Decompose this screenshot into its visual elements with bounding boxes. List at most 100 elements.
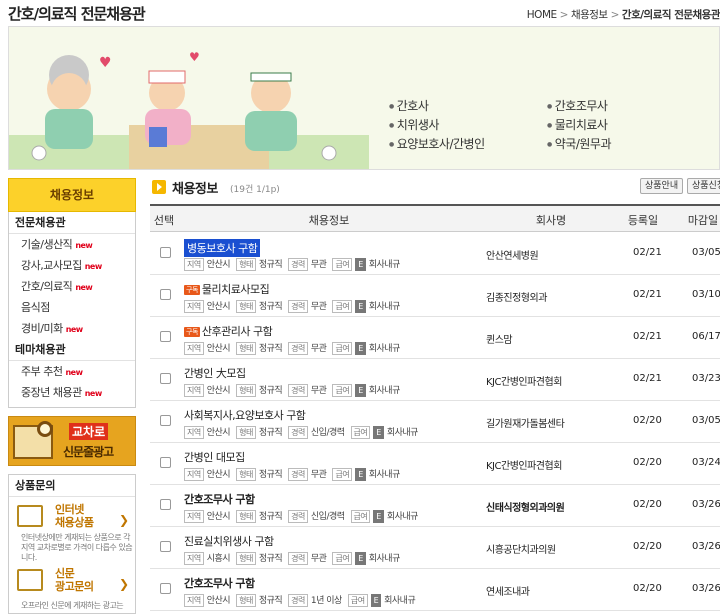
due-date: 03/05	[692, 247, 720, 258]
table-row[interactable]: 사회복지사,요양보호사 구함 지역 안산시 형태 정규직 경력 신입/경력 급여 E 회사내규 길가…	[150, 401, 720, 443]
banner-item-pharmacy[interactable]: 약국/원무과	[547, 135, 612, 152]
chip-salary-flag: E	[355, 552, 366, 565]
job-title-link[interactable]: 간호조무사 구함	[184, 491, 255, 507]
chip-type: 형태	[236, 426, 256, 439]
job-meta: 지역 안산시 형태 정규직 경력 신입/경력 급여 E 회사내규	[184, 509, 418, 523]
sidebar-item-senior[interactable]: 중장년 채용관 new	[9, 382, 135, 403]
chip-salary: 급여	[332, 342, 353, 355]
company-name[interactable]: 연세조내과	[486, 583, 530, 598]
job-title-text: 간호조무사 구함	[184, 493, 255, 506]
company-name[interactable]: 퀸스맘	[486, 331, 513, 346]
sidebar-item-security[interactable]: 경비/미화 new	[9, 318, 135, 339]
sidebar-heading[interactable]: 채용정보	[8, 178, 136, 212]
job-title-link[interactable]: 구독 산후관리사 구함	[184, 323, 273, 339]
job-title-text: 간병인 大모집	[184, 367, 246, 380]
table-row[interactable]: 병동보호사 구함 지역 안산시 형태 정규직 경력 무관 급여 E 회사내규 안산연세병원 02/21…	[150, 233, 720, 275]
salary-value: 회사내규	[368, 260, 401, 270]
new-badge: new	[65, 325, 84, 334]
sidebar-item-medical[interactable]: 간호/의료직 new	[9, 276, 135, 297]
job-title-link[interactable]: 간호조무사 구함	[184, 575, 255, 591]
product-apply-button[interactable]: 상품신청	[687, 178, 720, 194]
type-value: 정규직	[258, 344, 283, 354]
banner-item-physical-therapist[interactable]: 물리치료사	[547, 116, 608, 133]
company-name[interactable]: 김종진정형외과	[486, 289, 547, 304]
sidebar-item-homemaker[interactable]: 주부 추천 new	[9, 361, 135, 382]
salary-value: 회사내규	[368, 554, 401, 564]
job-title-link[interactable]: 간병인 大모집	[184, 365, 246, 381]
row-checkbox[interactable]	[160, 541, 171, 552]
sidebar-item-tech[interactable]: 기술/생산직 new	[9, 234, 135, 255]
job-meta: 지역 안산시 형태 정규직 경력 1년 이상 급여 E 회사내규	[184, 593, 416, 607]
company-name[interactable]: 안산연세병원	[486, 247, 539, 262]
job-title-link[interactable]: 구독 물리치료사모집	[184, 281, 270, 297]
company-name[interactable]: 길가원재가돌봄센타	[486, 415, 565, 430]
row-checkbox[interactable]	[160, 331, 171, 342]
product-desc: 인터넷상에만 게재되는 상품으로 각 지역 교차로별로 가격이 다릅수 있습니다…	[21, 533, 133, 562]
sidebar-item-label: 간호/의료직	[21, 280, 73, 293]
sidebar-menu: 전문채용관 기술/생산직 new 강사,교사모집 new 간호/의료직 new 음식점…	[8, 212, 136, 408]
row-checkbox[interactable]	[160, 583, 171, 594]
career-value: 신입/경력	[310, 512, 345, 522]
company-name[interactable]: 시흥공단치과의원	[486, 541, 556, 556]
job-title-link[interactable]: 간병인 대모집	[184, 449, 245, 465]
play-icon	[152, 180, 166, 194]
job-meta: 지역 안산시 형태 정규직 경력 무관 급여 E 회사내규	[184, 299, 400, 313]
breadcrumb-jobs[interactable]: 채용정보	[571, 9, 608, 21]
banner-item-nurse[interactable]: 간호사	[389, 97, 429, 114]
ad-text: 신문줄광고	[63, 445, 114, 459]
breadcrumb-home[interactable]: HOME	[527, 9, 557, 21]
career-value: 1년 이상	[310, 596, 342, 606]
newspaper-product-card[interactable]: 신문 광고문의 ❯ 오프라인 신문에 게재하는 광고는	[15, 567, 131, 616]
col-job-info: 채용정보	[308, 214, 350, 227]
chip-salary: 급여	[332, 300, 353, 313]
table-row[interactable]: 간호조무사 구함 지역 안산시 형태 정규직 경력 1년 이상 급여 E 회사내규 연세조내과 02/…	[150, 569, 720, 611]
company-name[interactable]: 신태식정형외과의원	[486, 499, 565, 514]
company-name[interactable]: KJC간병인파견협회	[486, 373, 562, 388]
chip-region: 지역	[184, 552, 204, 565]
region-value: 시흥시	[206, 554, 231, 564]
row-checkbox[interactable]	[160, 247, 171, 258]
chip-salary-flag: E	[355, 342, 366, 355]
category-banner: ♥♥ 간호사 간호조무사 치위생사 물리치료사 요양보호사/간병인 약국/원무과	[8, 26, 720, 170]
table-row[interactable]: 간호조무사 구함 지역 안산시 형태 정규직 경력 신입/경력 급여 E 회사내규 신태식정형외과의…	[150, 485, 720, 527]
row-checkbox[interactable]	[160, 457, 171, 468]
job-title-text: 간병인 대모집	[184, 451, 245, 464]
table-row[interactable]: 간병인 大모집 지역 안산시 형태 정규직 경력 무관 급여 E 회사내규 KJC간병인파견협회 02…	[150, 359, 720, 401]
row-checkbox[interactable]	[160, 289, 171, 300]
career-value: 신입/경력	[310, 428, 345, 438]
sidebar-item-teacher[interactable]: 강사,교사모집 new	[9, 255, 135, 276]
job-title-text: 사회복지사,요양보호사 구함	[184, 409, 306, 422]
table-row[interactable]: 구독 산후관리사 구함 지역 안산시 형태 정규직 경력 무관 급여 E 회사내규 퀸스맘 02/21 0…	[150, 317, 720, 359]
internet-product-card[interactable]: 인터넷 채용상품 ❯ 인터넷상에만 게재되는 상품으로 각 지역 교차로별로 가…	[15, 503, 133, 562]
chip-salary: 급여	[350, 510, 371, 523]
job-title-link[interactable]: 병동보호사 구함	[184, 239, 261, 257]
table-row[interactable]: 구독 물리치료사모집 지역 안산시 형태 정규직 경력 무관 급여 E 회사내규 김종진정형외과 02/…	[150, 275, 720, 317]
row-checkbox[interactable]	[160, 415, 171, 426]
banner-item-caregiver[interactable]: 요양보호사/간병인	[389, 135, 485, 152]
product-info-button[interactable]: 상품안내	[640, 178, 684, 194]
sidebar-item-restaurant[interactable]: 음식점	[9, 297, 135, 318]
newspaper-ad-banner[interactable]: 교차로 신문줄광고	[8, 416, 136, 466]
company-name[interactable]: KJC간병인파견협회	[486, 457, 562, 472]
top-bar: 간호/의료직 전문채용관 HOME > 채용정보 > 간호/의료직 전문채용관	[0, 0, 720, 26]
result-count: (19건 1/1p)	[230, 185, 280, 195]
row-checkbox[interactable]	[160, 373, 171, 384]
monitor-icon	[17, 505, 43, 527]
row-checkbox[interactable]	[160, 499, 171, 510]
premium-badge: 구독	[184, 327, 200, 337]
table-row[interactable]: 간병인 대모집 지역 안산시 형태 정규직 경력 무관 급여 E 회사내규 KJC간병인파견협회 02…	[150, 443, 720, 485]
banner-item-dental-hygienist[interactable]: 치위생사	[389, 116, 440, 133]
job-title-link[interactable]: 진료실치위생사 구함	[184, 533, 274, 549]
due-date: 03/24	[692, 457, 720, 468]
region-value: 안산시	[206, 386, 231, 396]
chip-salary: 급여	[332, 468, 353, 481]
job-title-link[interactable]: 사회복지사,요양보호사 구함	[184, 407, 306, 423]
career-value: 무관	[310, 302, 327, 312]
table-row[interactable]: 진료실치위생사 구함 지역 시흥시 형태 정규직 경력 무관 급여 E 회사내규 시흥공단치과의원 0…	[150, 527, 720, 569]
chip-region: 지역	[184, 510, 204, 523]
banner-item-nurse-aide[interactable]: 간호조무사	[547, 97, 608, 114]
new-badge: new	[84, 389, 103, 398]
chip-salary-flag: E	[373, 426, 384, 439]
product-inquiry-heading: 상품문의	[9, 475, 135, 497]
breadcrumb-current[interactable]: 간호/의료직 전문채용관	[622, 9, 720, 21]
